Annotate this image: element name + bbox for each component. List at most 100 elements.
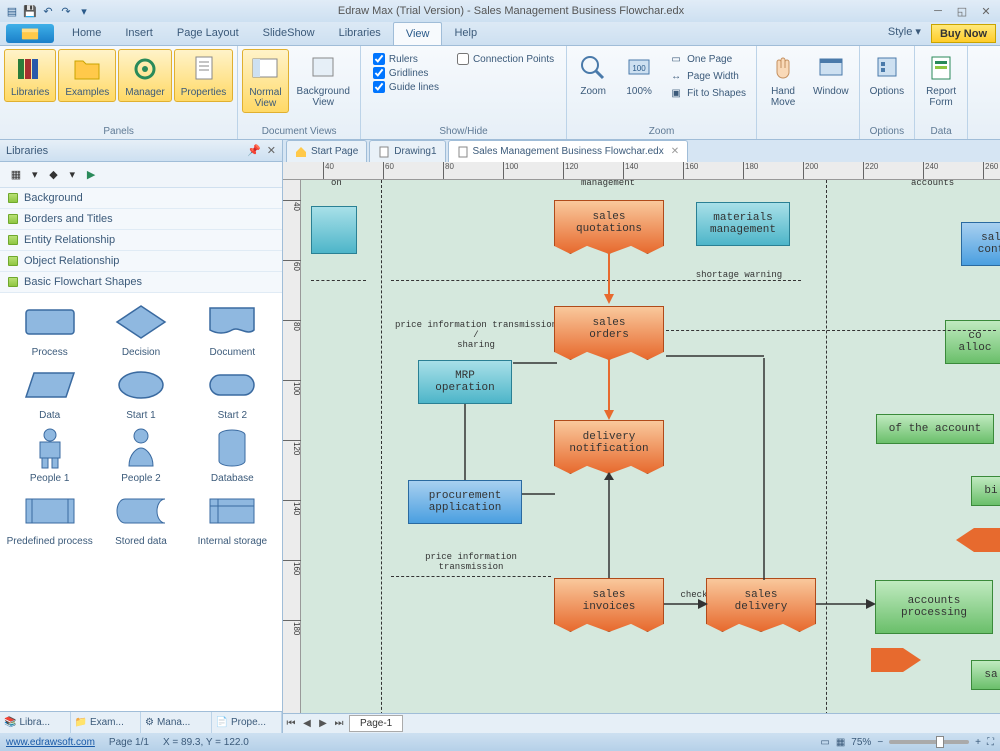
close-icon[interactable]: ✕ [976,4,996,18]
hand-move-button[interactable]: Hand Move [761,49,805,111]
zoom-slider[interactable] [889,740,969,744]
lib-shapes-icon[interactable]: ◆ [44,166,64,184]
box-sales-cont[interactable]: sal cont [961,222,1000,266]
box-of-account[interactable]: of the account [876,414,994,444]
group-panels-title: Panels [4,124,233,139]
menu-tab-home[interactable]: Home [60,22,113,45]
menu-tab-pagelayout[interactable]: Page Layout [165,22,251,45]
zoom-in-icon[interactable]: + [975,737,981,748]
box-co-alloc[interactable]: co alloc [945,320,1000,364]
shape-predefined[interactable]: Predefined process [6,488,93,547]
vendor-link[interactable]: www.edrawsoft.com [6,737,95,748]
qa-dropdown-icon[interactable]: ▾ [76,3,92,19]
rulers-checkbox[interactable]: Rulers [373,53,439,65]
arrow-right-icon [664,596,708,612]
menu-tab-libraries[interactable]: Libraries [327,22,393,45]
menu-tab-slideshow[interactable]: SlideShow [251,22,327,45]
lib-grid-icon[interactable]: ▦ [6,166,26,184]
zoom-button[interactable]: Zoom [571,49,615,100]
panel-close-icon[interactable]: ✕ [267,144,276,157]
window-button[interactable]: Window [807,49,855,100]
shape-people2[interactable]: People 2 [97,425,184,484]
panel-tab-manager[interactable]: ⚙Mana... [141,712,212,733]
menu-tab-insert[interactable]: Insert [113,22,165,45]
manager-button[interactable]: Manager [118,49,171,102]
tab-close-icon[interactable]: ✕ [671,146,679,157]
box-materials-mgmt[interactable]: materials management [696,202,790,246]
background-view-button[interactable]: Background View [291,49,356,111]
shape-start2[interactable]: Start 2 [189,362,276,421]
qa-redo-icon[interactable]: ↷ [58,3,74,19]
box-accounts-proc[interactable]: accounts processing [875,580,993,634]
menu-tab-view[interactable]: View [393,22,443,45]
options-button[interactable]: Options [864,49,910,100]
box-procurement[interactable]: procurement application [408,480,522,524]
buy-now-button[interactable]: Buy Now [931,24,996,43]
pin-icon[interactable]: 📌 [247,144,261,157]
doc-tab-drawing1[interactable]: Drawing1 [369,140,445,162]
doc-tab-salesmgmt[interactable]: Sales Management Business Flowchar.edx✕ [448,140,689,162]
lib-cat-entity[interactable]: Entity Relationship [0,230,282,251]
zoom-100-button[interactable]: 100 100% [617,49,661,100]
gridlines-checkbox[interactable]: Gridlines [373,67,439,79]
shape-decision[interactable]: Decision [97,299,184,358]
minimize-icon[interactable]: ─ [928,4,948,18]
libraries-button[interactable]: Libraries [4,49,56,102]
lib-browse-icon[interactable]: ▶ [81,166,101,184]
examples-button[interactable]: Examples [58,49,116,102]
gear-icon [129,53,161,85]
report-form-button[interactable]: Report Form [919,49,963,111]
view-normal-icon[interactable]: ▭ [820,737,829,748]
page-prev-icon[interactable]: ◀ [299,716,315,732]
maximize-icon[interactable]: ◱ [952,4,972,18]
box-sa[interactable]: sa [971,660,1000,690]
doc-tab-startpage[interactable]: Start Page [286,140,367,162]
properties-button[interactable]: Properties [174,49,234,102]
app-menu-button[interactable] [6,24,54,43]
box-delivery-notif[interactable]: delivery notification [554,420,664,474]
lib-cat-borders[interactable]: Borders and Titles [0,209,282,230]
panel-tab-properties[interactable]: 📄Prope... [212,712,283,733]
fit-page-icon[interactable]: ⛶ [987,737,994,748]
box-bi[interactable]: bi [971,476,1000,506]
panel-tab-libraries[interactable]: 📚Libra... [0,712,71,733]
lib-cat-flowchart[interactable]: Basic Flowchart Shapes [0,272,282,293]
shape-document[interactable]: Document [189,299,276,358]
page-tab[interactable]: Page-1 [349,715,403,732]
style-dropdown[interactable]: Style ▾ [882,22,927,45]
shape-internal[interactable]: Internal storage [189,488,276,547]
shapes-palette: Process Decision Document Data Start 1 S… [0,293,282,711]
qa-save-icon[interactable]: 💾 [22,3,38,19]
zoom-out-icon[interactable]: − [877,737,883,748]
page-next-icon[interactable]: ▶ [315,716,331,732]
shape-stored[interactable]: Stored data [97,488,184,547]
shape-start1[interactable]: Start 1 [97,362,184,421]
guidelines-checkbox[interactable]: Guide lines [373,81,439,93]
page-width-button[interactable]: ↔Page Width [667,68,748,84]
box-sales-orders[interactable]: sales orders [554,306,664,360]
shape-data[interactable]: Data [6,362,93,421]
lib-cat-object[interactable]: Object Relationship [0,251,282,272]
menu-tab-help[interactable]: Help [442,22,489,45]
box-sales-delivery[interactable]: sales delivery [706,578,816,632]
page-first-icon[interactable]: ⏮ [283,716,299,732]
view-slide-icon[interactable]: ▦ [836,737,845,748]
qa-new-icon[interactable]: ▤ [4,3,20,19]
panel-tab-examples[interactable]: 📁Exam... [71,712,142,733]
box-mrp[interactable]: MRP operation [418,360,512,404]
box-sales-quotations[interactable]: sales quotations [554,200,664,254]
shape-database[interactable]: Database [189,425,276,484]
fit-shapes-button[interactable]: ▣Fit to Shapes [667,85,748,101]
page-last-icon[interactable]: ⏭ [331,716,347,732]
one-page-button[interactable]: ▭One Page [667,51,748,67]
qa-undo-icon[interactable]: ↶ [40,3,56,19]
box-sales-invoices[interactable]: sales invoices [554,578,664,632]
drawing-canvas[interactable]: on management accounts sales quotations … [301,180,1000,713]
normal-view-button[interactable]: Normal View [242,49,288,113]
box-generic[interactable] [311,206,357,254]
hand-icon [767,52,799,84]
connection-points-checkbox[interactable]: Connection Points [457,53,554,65]
shape-people1[interactable]: People 1 [6,425,93,484]
lib-cat-background[interactable]: Background [0,188,282,209]
shape-process[interactable]: Process [6,299,93,358]
